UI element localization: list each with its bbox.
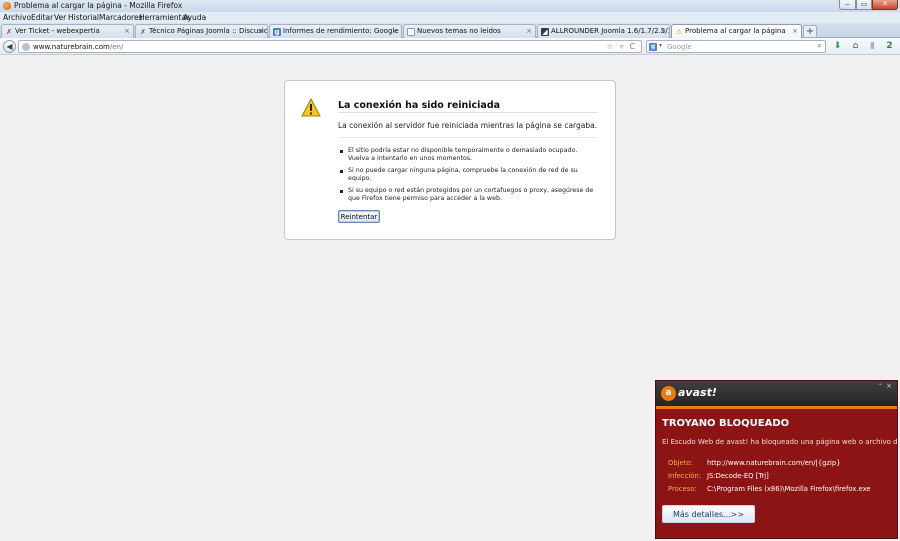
avast-divider: [656, 406, 897, 409]
firefox-icon: [3, 2, 11, 10]
maximize-button[interactable]: ▭: [856, 0, 872, 10]
tab-close-icon[interactable]: ×: [792, 27, 798, 35]
menu-ayuda[interactable]: Ayuda: [183, 13, 206, 22]
tab-close-icon[interactable]: ×: [258, 27, 264, 35]
menu-ver[interactable]: Ver: [54, 13, 66, 22]
menu-bar: Archivo Editar Ver Historial Marcadores …: [0, 12, 900, 23]
avast-logo-icon: a: [661, 386, 676, 401]
search-icon[interactable]: ⌕: [818, 41, 822, 51]
url-path: /en/: [109, 43, 124, 51]
close-window-button[interactable]: ✕: [872, 0, 898, 10]
addon-icon[interactable]: 2: [884, 41, 895, 52]
avast-brand: avast!: [678, 386, 717, 399]
row-value: C:\Program Files (x86)\Mozilla Firefox\f…: [707, 485, 871, 493]
tab-label: Informes de rendimiento: Google Ad...: [283, 27, 401, 35]
tab-tecnico-joomla[interactable]: ✗ Técnico Páginas Joomla :: Discusione..…: [135, 24, 268, 38]
google-search-engine-icon[interactable]: g: [649, 43, 657, 51]
tab-nuevos-temas[interactable]: Nuevos temas no leídos ×: [403, 24, 536, 38]
tab-label: ALLROUNDER Joomla 1.6/1.7/2.5/3.0 ...: [551, 27, 669, 35]
tab-label: Ver Ticket - webexpertia: [15, 27, 100, 35]
list-item: El sitio podría estar no disponible temp…: [340, 147, 598, 163]
chevron-down-icon[interactable]: ▾: [659, 42, 662, 49]
tab-google-ads[interactable]: g Informes de rendimiento: Google Ad... …: [269, 24, 402, 38]
url-bar[interactable]: www.naturebrain.com/en/ ☆ ▿ C: [18, 40, 642, 53]
error-description: La conexión al servidor fue reiniciada m…: [338, 121, 598, 130]
menu-archivo[interactable]: Archivo: [3, 13, 31, 22]
tab-close-icon[interactable]: ×: [124, 27, 130, 35]
tab-close-icon[interactable]: ×: [392, 27, 398, 35]
tab-label: Técnico Páginas Joomla :: Discusione...: [149, 27, 268, 35]
globe-icon: [22, 43, 30, 51]
description-divider: [338, 137, 598, 138]
avast-alert-popup: a avast! ⁺ × TROYANO BLOQUEADO El Escudo…: [655, 380, 900, 539]
blank-page-icon: [407, 28, 415, 36]
joomla-template-favicon-icon: ◢: [541, 28, 549, 36]
error-suggestions: El sitio podría estar no disponible temp…: [340, 147, 598, 207]
url-domain: www.naturebrain.com: [33, 43, 110, 51]
new-tab-button[interactable]: +: [803, 25, 817, 38]
window-title: Problema al cargar la página - Mozilla F…: [14, 1, 183, 10]
tab-problema-cargar[interactable]: ⚠ Problema al cargar la página ×: [671, 24, 802, 39]
row-key: Objeto:: [668, 459, 693, 467]
tab-strip: ✗ Ver Ticket - webexpertia × ✗ Técnico P…: [0, 23, 900, 39]
tab-allrounder[interactable]: ◢ ALLROUNDER Joomla 1.6/1.7/2.5/3.0 ... …: [537, 24, 670, 38]
row-key: Proceso:: [668, 485, 697, 493]
tab-label: Nuevos temas no leídos: [417, 27, 501, 35]
avast-alert-title: TROYANO BLOQUEADO: [662, 418, 790, 429]
list-item: Si su equipo o red están protegidos por …: [340, 187, 598, 203]
google-favicon-icon: g: [273, 28, 281, 36]
menu-historial[interactable]: Historial: [68, 13, 99, 22]
tab-close-icon[interactable]: ×: [526, 27, 532, 35]
row-value: JS:Decode-EQ [Trj]: [707, 472, 769, 480]
title-divider: [338, 112, 598, 113]
avast-pin-close-icon[interactable]: ⁺ ×: [878, 382, 893, 390]
url-text[interactable]: www.naturebrain.com/en/: [33, 43, 123, 51]
retry-button[interactable]: Reintentar: [338, 210, 380, 223]
minimize-button[interactable]: ‒: [839, 0, 856, 10]
error-panel: La conexión ha sido reiniciada La conexi…: [284, 80, 616, 240]
window-titlebar: Problema al cargar la página - Mozilla F…: [0, 0, 900, 12]
warning-favicon-icon: ⚠: [675, 28, 683, 36]
tab-label: Problema al cargar la página: [685, 27, 786, 35]
warning-icon: [301, 98, 321, 117]
tab-close-icon[interactable]: ×: [660, 27, 666, 35]
download-icon[interactable]: ⬇: [832, 41, 843, 52]
search-input[interactable]: Google: [667, 43, 692, 51]
home-icon[interactable]: ⌂: [850, 41, 861, 52]
tab-ver-ticket[interactable]: ✗ Ver Ticket - webexpertia ×: [1, 24, 134, 38]
signal-icon[interactable]: ▮: [867, 41, 878, 52]
row-key: Infección:: [668, 472, 702, 480]
error-title: La conexión ha sido reiniciada: [338, 100, 501, 111]
back-button[interactable]: ◀: [3, 40, 16, 53]
search-bar[interactable]: g ▾ Google ⌕: [646, 40, 826, 53]
menu-marcadores[interactable]: Marcadores: [99, 13, 143, 22]
forum-favicon-icon: ✗: [140, 28, 146, 36]
more-details-button[interactable]: Más detalles...>>: [662, 505, 755, 523]
navigation-bar: ◀ www.naturebrain.com/en/ ☆ ▿ C g ▾ Goog…: [0, 38, 900, 55]
list-item: Si no puede cargar ninguna página, compr…: [340, 167, 598, 183]
avast-alert-message: El Escudo Web de avast! ha bloqueado una…: [662, 438, 900, 446]
menu-editar[interactable]: Editar: [31, 13, 53, 22]
avast-header: a avast! ⁺ ×: [656, 381, 897, 406]
bookmark-star-reload-icon[interactable]: ☆ ▿ C: [607, 42, 638, 51]
ticket-favicon-icon: ✗: [6, 28, 12, 36]
row-value: http://www.naturebrain.com/en/|{gzip}: [707, 459, 841, 467]
